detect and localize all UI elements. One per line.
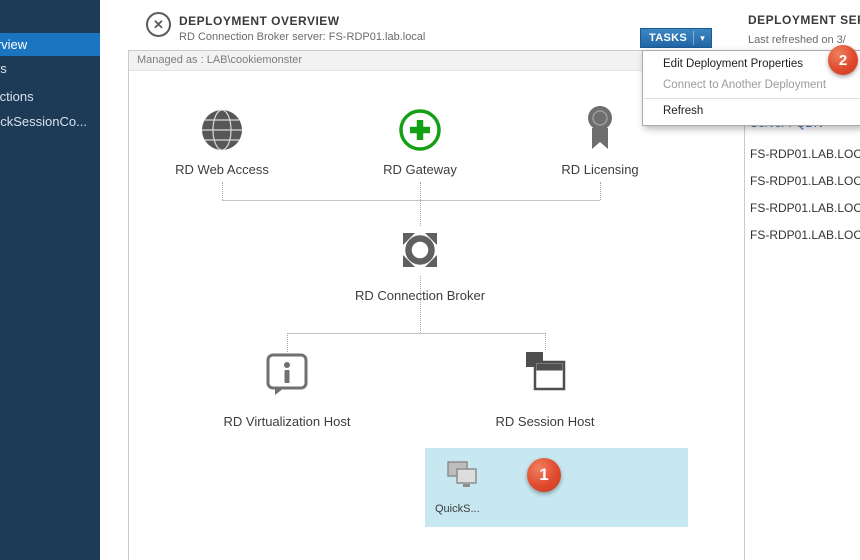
- rd-session-host-tile[interactable]: [522, 350, 568, 399]
- sidebar-item-label: Servers: [0, 57, 7, 80]
- last-refreshed-text: Last refreshed on 3/: [748, 34, 846, 46]
- server-row[interactable]: FS-RDP01.LAB.LOCAL: [750, 147, 860, 161]
- sidebar-item-label: Collections: [0, 85, 34, 108]
- sidebar-item-quicksessioncollection[interactable]: QuickSessionCo...: [0, 110, 100, 133]
- sidebar-item-servers[interactable]: Servers: [0, 57, 100, 80]
- rd-session-host-label: RD Session Host: [496, 414, 595, 429]
- collection-name-label: QuickS...: [435, 503, 480, 515]
- rd-licensing-label: RD Licensing: [561, 162, 638, 177]
- menu-item-refresh[interactable]: Refresh: [643, 101, 860, 122]
- rd-virtualization-host-label: RD Virtualization Host: [224, 414, 351, 429]
- info-bubble-icon: [265, 383, 309, 400]
- server-manager-rds-overview: Overview Servers Collections QuickSessio…: [0, 0, 860, 560]
- rd-web-access-label: RD Web Access: [175, 162, 269, 177]
- step-badge-1: 1: [527, 458, 561, 492]
- chevron-down-icon: ▾: [694, 29, 711, 47]
- ribbon-award-icon: [580, 139, 620, 156]
- rd-virtualization-host-tile[interactable]: [265, 352, 309, 401]
- sidebar-item-collections[interactable]: Collections: [0, 85, 100, 108]
- connector-line: [420, 276, 421, 333]
- rd-licensing-tile[interactable]: [580, 104, 620, 157]
- step-badge-2: 2: [828, 45, 858, 75]
- rd-gateway-tile[interactable]: [398, 108, 442, 157]
- connector-line: [222, 200, 600, 201]
- menu-separator: [644, 98, 860, 99]
- rd-connection-broker-label: RD Connection Broker: [355, 288, 485, 303]
- connector-line: [287, 333, 288, 352]
- deployment-overview-icon: ✕: [146, 12, 171, 37]
- connector-line: [600, 182, 601, 200]
- connector-line: [287, 333, 545, 334]
- deployment-overview-title: DEPLOYMENT OVERVIEW: [179, 14, 340, 28]
- connector-line: [545, 333, 546, 350]
- connector-line: [420, 182, 421, 226]
- add-role-plus-icon: [398, 139, 442, 156]
- sidebar-item-overview[interactable]: Overview: [0, 33, 100, 56]
- globe-icon: [200, 139, 244, 156]
- sidebar-item-label: QuickSessionCo...: [0, 110, 87, 133]
- server-row[interactable]: FS-RDP01.LAB.LOCAL: [750, 228, 860, 242]
- tasks-button[interactable]: TASKS ▾: [640, 28, 712, 48]
- deployment-servers-title: DEPLOYMENT SERVERS: [748, 13, 860, 27]
- rd-web-access-tile[interactable]: [200, 108, 244, 157]
- connection-broker-subtitle: RD Connection Broker server: FS-RDP01.la…: [179, 31, 425, 43]
- rds-sidebar: Overview Servers Collections QuickSessio…: [0, 0, 100, 560]
- connector-line: [222, 182, 223, 200]
- collection-monitors-icon: [446, 460, 482, 497]
- menu-item-connect-to-another-deployment: Connect to Another Deployment: [643, 75, 860, 96]
- tasks-button-label: TASKS: [641, 32, 693, 44]
- server-row[interactable]: FS-RDP01.LAB.LOCAL: [750, 201, 860, 215]
- rd-connection-broker-tile[interactable]: [396, 226, 444, 279]
- sidebar-item-label: Overview: [0, 33, 27, 56]
- rd-gateway-label: RD Gateway: [383, 162, 457, 177]
- server-row[interactable]: FS-RDP01.LAB.LOCAL: [750, 174, 860, 188]
- broker-target-icon: [396, 261, 444, 278]
- session-host-server-icon: [522, 381, 568, 398]
